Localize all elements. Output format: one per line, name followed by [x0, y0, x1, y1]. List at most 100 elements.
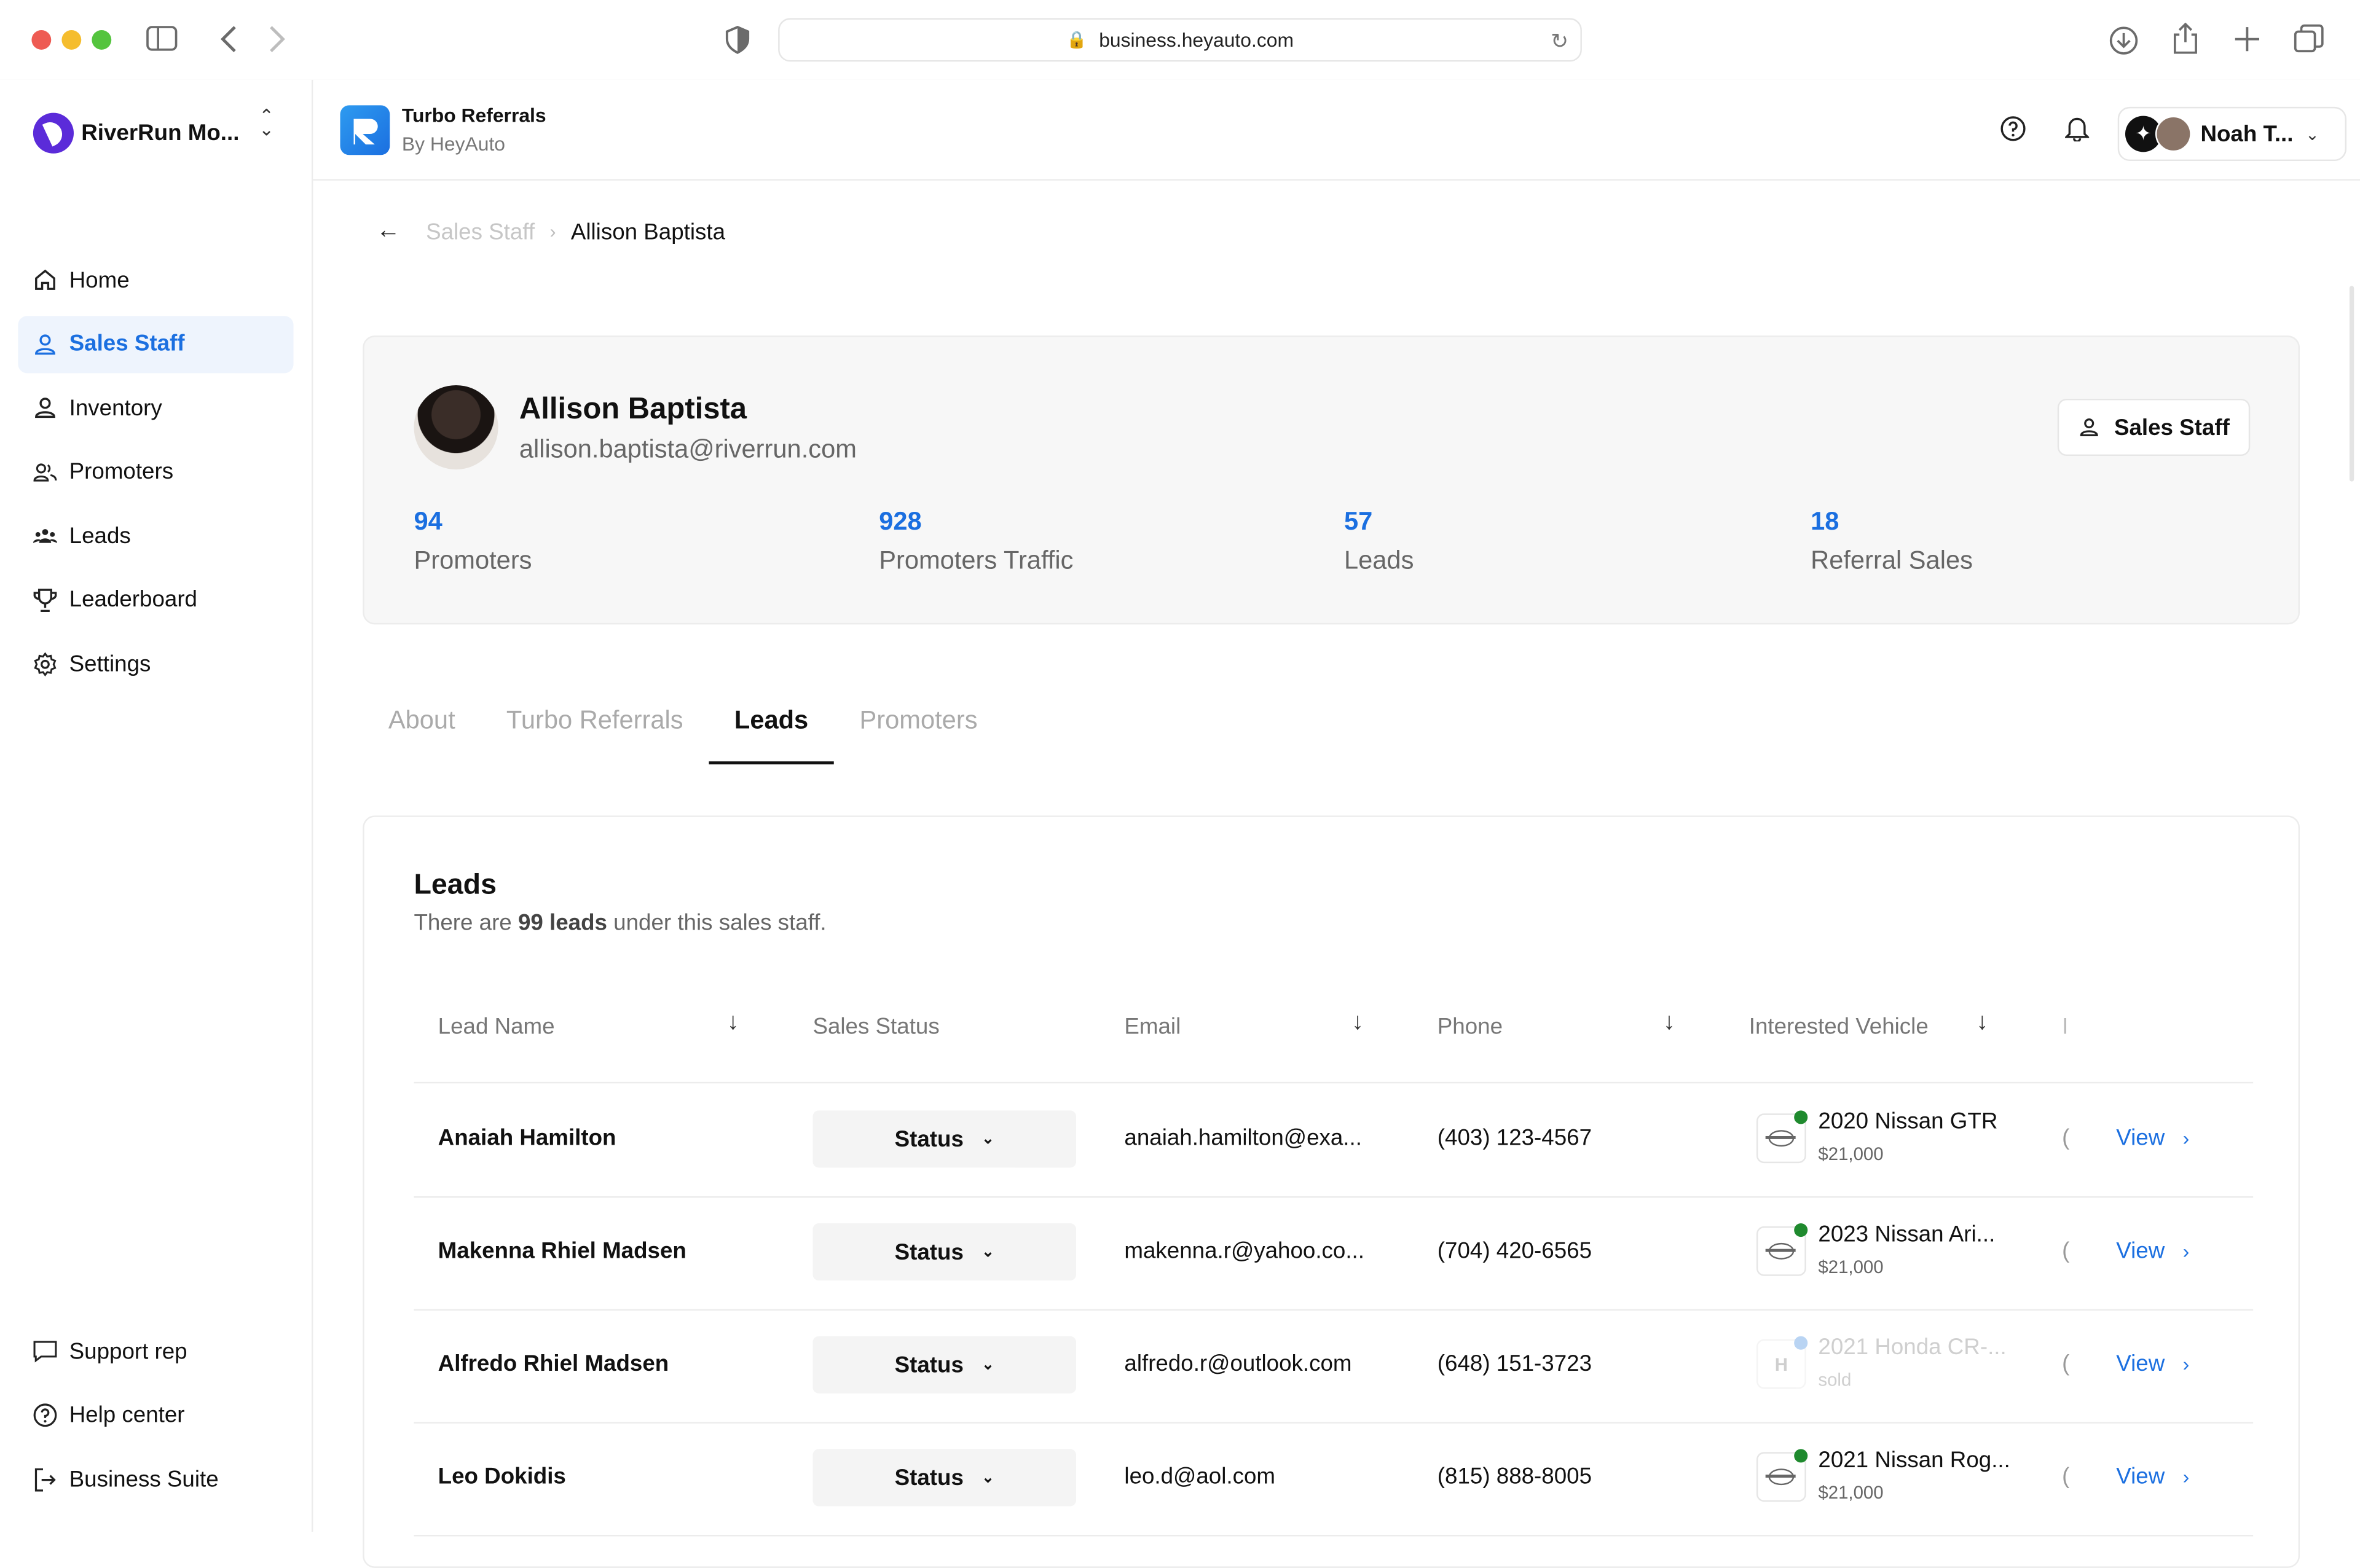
availability-dot [1794, 1223, 1808, 1237]
column-sales-status: Sales Status [812, 1014, 940, 1040]
table-header: Lead Name ↓ Sales Status Email ↓ Phone ↓… [414, 995, 2254, 1084]
lead-phone: (648) 151-3723 [1437, 1351, 1592, 1377]
column-clipped: I [2062, 1014, 2069, 1040]
view-lead-link[interactable]: View › [2116, 1239, 2189, 1264]
user-icon [33, 396, 57, 420]
lead-name: Alfredo Rhiel Madsen [438, 1351, 669, 1377]
trophy-icon [33, 587, 57, 611]
vehicle-name: 2021 Honda CR-... [1818, 1335, 2007, 1360]
sidebar-item-promoters[interactable]: Promoters [18, 443, 293, 500]
new-tab-icon[interactable] [2233, 26, 2260, 57]
user-menu[interactable]: ✦ Noah T... ⌄ [2117, 106, 2346, 162]
availability-dot [1794, 1336, 1808, 1350]
chevron-down-icon: ⌄ [981, 1131, 994, 1148]
download-icon[interactable] [2109, 26, 2139, 60]
sidebar-item-home[interactable]: Home [18, 251, 293, 308]
sidebar-item-help-center[interactable]: Help center [18, 1387, 293, 1444]
sort-arrow-icon[interactable]: ↓ [1663, 1009, 1675, 1037]
share-icon[interactable] [2172, 22, 2199, 60]
tab-leads[interactable]: Leads [709, 700, 834, 765]
back-nav-icon[interactable] [220, 24, 238, 58]
app-title: Turbo Referrals [401, 103, 546, 127]
sort-arrow-icon[interactable]: ↓ [1977, 1009, 1989, 1037]
forward-nav-icon[interactable] [268, 24, 286, 58]
sidebar-item-label: Settings [69, 651, 151, 676]
table-row: Leo Dokidis Status ⌄ leo.d@aol.com (815) … [414, 1422, 2254, 1537]
sidebar-item-support-rep[interactable]: Support rep [18, 1323, 293, 1380]
view-lead-link[interactable]: View › [2116, 1126, 2189, 1151]
sidebar-item-label: Support rep [69, 1338, 187, 1365]
status-dropdown[interactable]: Status ⌄ [812, 1449, 1077, 1507]
sidebar-item-leaderboard[interactable]: Leaderboard [18, 571, 293, 628]
help-icon[interactable] [1999, 114, 2026, 141]
minimize-window-button[interactable] [61, 29, 82, 50]
home-icon [33, 268, 57, 292]
chevron-right-icon: › [2182, 1465, 2190, 1489]
leads-subtitle-post: under this sales staff. [607, 910, 827, 936]
tab-promoters[interactable]: Promoters [834, 700, 1003, 764]
breadcrumb-parent[interactable]: Sales Staff [426, 219, 535, 245]
view-label: View [2116, 1464, 2165, 1490]
tab-overview-icon[interactable] [2294, 24, 2324, 58]
app-header: Turbo Referrals By HeyAuto ✦ Noah T... ⌄ [313, 79, 2360, 181]
view-label: View [2116, 1125, 2165, 1151]
stat-label: Referral Sales [1811, 546, 1973, 575]
stat-leads: 57 Leads [1344, 507, 1414, 576]
status-dropdown[interactable]: Status ⌄ [812, 1223, 1077, 1281]
sidebar-item-leads[interactable]: Leads [18, 507, 293, 564]
column-phone[interactable]: Phone [1438, 1014, 1503, 1040]
page-scrollbar[interactable] [2349, 286, 2354, 482]
sidebar-item-business-suite[interactable]: Business Suite [18, 1451, 293, 1508]
user-icon [2078, 417, 2099, 437]
lead-name: Leo Dokidis [438, 1464, 566, 1490]
reload-icon[interactable]: ↻ [1551, 29, 1568, 55]
breadcrumb-separator-icon: › [549, 221, 556, 243]
address-bar[interactable]: 🔒 business.heyauto.com ↻ [778, 18, 1582, 62]
url-text: business.heyauto.com [1099, 28, 1294, 52]
leads-subtitle: There are 99 leads under this sales staf… [414, 911, 826, 936]
column-interested-vehicle[interactable]: Interested Vehicle [1749, 1014, 1929, 1040]
chevron-right-icon: › [2182, 1352, 2190, 1376]
sort-arrow-icon[interactable]: ↓ [727, 1009, 739, 1037]
tab-turbo-referrals[interactable]: Turbo Referrals [481, 700, 709, 764]
leads-count: 99 leads [517, 910, 607, 936]
sidebar-toggle-icon[interactable] [146, 26, 178, 56]
vehicle-name: 2020 Nissan GTR [1818, 1108, 1998, 1135]
status-dropdown[interactable]: Status ⌄ [812, 1336, 1077, 1394]
maximize-window-button[interactable] [92, 29, 112, 50]
status-dropdown[interactable]: Status ⌄ [812, 1110, 1077, 1168]
sidebar-item-label: Help center [69, 1402, 185, 1429]
view-lead-link[interactable]: View › [2116, 1351, 2189, 1377]
chevron-right-icon: › [2182, 1127, 2190, 1150]
sort-arrow-icon[interactable]: ↓ [1351, 1009, 1364, 1037]
lead-email: makenna.r@yahoo.co... [1124, 1238, 1364, 1264]
back-arrow-icon[interactable]: ← [376, 218, 400, 245]
bell-icon[interactable] [2064, 114, 2091, 142]
lead-name: Anaiah Hamilton [438, 1125, 616, 1151]
role-button[interactable]: Sales Staff [2057, 398, 2251, 457]
sidebar-item-sales-staff[interactable]: Sales Staff [18, 315, 294, 373]
view-label: View [2116, 1238, 2165, 1264]
tab-about[interactable]: About [363, 700, 481, 764]
users-icon [33, 460, 57, 484]
org-name: RiverRun Mo... [81, 120, 240, 146]
lead-phone: (815) 888-8005 [1437, 1464, 1592, 1490]
chevron-up-down-icon: ⌃ ⌄ [259, 105, 274, 140]
sidebar-bottom-nav: Support rep Help center Business Suite [18, 1323, 293, 1515]
chat-icon [33, 1339, 57, 1363]
breadcrumb: ← Sales Staff › Allison Baptista [376, 218, 725, 245]
help-icon [33, 1402, 57, 1428]
clipped-cell: ( [2062, 1351, 2070, 1377]
clipped-cell: ( [2062, 1125, 2070, 1151]
sidebar-item-inventory[interactable]: Inventory [18, 379, 293, 436]
close-window-button[interactable] [31, 29, 52, 50]
lead-phone: (403) 123-4567 [1437, 1125, 1592, 1151]
sidebar-item-settings[interactable]: Settings [18, 635, 293, 692]
column-lead-name[interactable]: Lead Name [438, 1014, 555, 1040]
view-lead-link[interactable]: View › [2116, 1464, 2189, 1490]
logout-icon [33, 1467, 57, 1492]
view-label: View [2116, 1351, 2165, 1377]
column-email[interactable]: Email [1124, 1014, 1181, 1040]
org-switcher[interactable]: RiverRun Mo... ⌃ ⌄ [33, 107, 274, 154]
shield-icon[interactable] [725, 25, 750, 59]
